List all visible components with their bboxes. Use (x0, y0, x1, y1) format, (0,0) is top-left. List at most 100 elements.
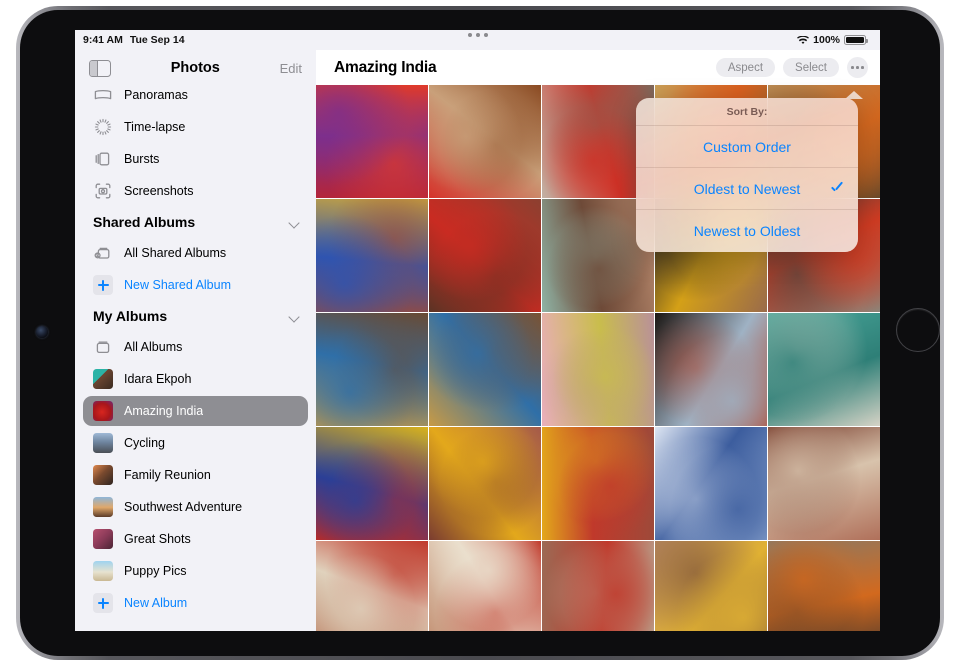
photo-thumbnail[interactable] (655, 313, 767, 426)
photo-thumbnail[interactable] (542, 427, 654, 540)
content-header: Amazing India Aspect Select (316, 50, 880, 85)
sort-by-popover[interactable]: Sort By: Custom Order Oldest to Newest New… (636, 98, 858, 252)
photo-thumbnail[interactable] (316, 427, 428, 540)
sidebar-section-my-albums[interactable]: My Albums (75, 301, 316, 331)
panorama-icon (93, 85, 113, 105)
ellipsis-icon[interactable] (847, 57, 868, 78)
album-thumbnail (93, 561, 113, 581)
front-camera-icon (36, 326, 48, 338)
plus-icon (93, 275, 113, 295)
photo-thumbnail[interactable] (542, 313, 654, 426)
sort-option-label: Custom Order (703, 138, 791, 155)
photo-thumbnail[interactable] (429, 85, 541, 198)
sidebar-item-label: Bursts (124, 152, 160, 166)
multitask-handle-icon[interactable] (467, 33, 488, 37)
popover-header: Sort By: (636, 98, 858, 126)
checkmark-icon (830, 183, 842, 195)
sidebar-item-time-lapse[interactable]: Time-lapse (75, 111, 316, 143)
sidebar-item-label: Amazing India (124, 404, 204, 418)
ipad-device: 9:41 AM Tue Sep 14 100% Photos Edit Pano… (0, 0, 960, 666)
screen: 9:41 AM Tue Sep 14 100% Photos Edit Pano… (75, 30, 880, 631)
album-thumbnail (93, 497, 113, 517)
wifi-icon (797, 35, 810, 46)
bursts-icon (93, 149, 113, 169)
sidebar-item-idara-ekpoh[interactable]: Idara Ekpoh (75, 363, 316, 395)
sidebar-item-label: All Albums (124, 340, 183, 354)
sidebar-item-label: New Shared Album (124, 278, 232, 292)
album-thumbnail (93, 465, 113, 485)
sort-option-oldest-to-newest[interactable]: Oldest to Newest (636, 168, 858, 210)
sidebar-item-label: Time-lapse (124, 120, 186, 134)
photo-thumbnail[interactable] (768, 427, 880, 540)
sidebar-item-screenshots[interactable]: Screenshots (75, 175, 316, 207)
sort-option-label: Oldest to Newest (693, 180, 801, 197)
sidebar-item-new-shared-album[interactable]: New Shared Album (75, 269, 316, 301)
chevron-down-icon[interactable] (289, 311, 300, 322)
photo-thumbnail[interactable] (429, 313, 541, 426)
app-body: Photos Edit Panoramas Time-lapse Bursts Scr… (75, 50, 880, 631)
sidebar-item-label: New Album (124, 596, 188, 610)
photo-thumbnail[interactable] (768, 313, 880, 426)
battery-icon (844, 35, 868, 45)
album-icon (93, 337, 113, 357)
screenshots-icon (93, 181, 113, 201)
sidebar-title: Photos (170, 60, 220, 76)
sidebar-item-label: Idara Ekpoh (124, 372, 192, 386)
photo-thumbnail[interactable] (429, 427, 541, 540)
sidebar-item-label: Great Shots (124, 532, 191, 546)
sidebar-item-great-shots[interactable]: Great Shots (75, 523, 316, 555)
sidebar-section-shared-albums[interactable]: Shared Albums (75, 207, 316, 237)
sidebar-item-all-albums[interactable]: All Albums (75, 331, 316, 363)
sidebar-item-label: Southwest Adventure (124, 500, 243, 514)
photo-thumbnail[interactable] (316, 199, 428, 312)
sidebar-header: Photos Edit (75, 50, 316, 86)
sidebar-item-label: Panoramas (124, 88, 188, 102)
sidebar: Photos Edit Panoramas Time-lapse Bursts Scr… (75, 50, 316, 631)
shared-album-icon (93, 243, 113, 263)
aspect-button[interactable]: Aspect (715, 58, 776, 77)
photo-thumbnail[interactable] (768, 541, 880, 631)
album-thumbnail (93, 529, 113, 549)
sidebar-item-southwest-adventure[interactable]: Southwest Adventure (75, 491, 316, 523)
sort-option-newest-to-oldest[interactable]: Newest to Oldest (636, 210, 858, 252)
photo-thumbnail[interactable] (429, 541, 541, 631)
sidebar-item-family-reunion[interactable]: Family Reunion (75, 459, 316, 491)
content-pane: Amazing India Aspect Select Sort By: Cus… (316, 50, 880, 631)
edit-button[interactable]: Edit (280, 61, 302, 76)
sidebar-item-amazing-india[interactable]: Amazing India (75, 395, 316, 427)
sidebar-section-label: My Albums (93, 308, 168, 324)
timelapse-icon (93, 117, 113, 137)
chevron-down-icon[interactable] (289, 217, 300, 228)
sidebar-item-new-album[interactable]: New Album (75, 587, 316, 619)
photo-thumbnail[interactable] (542, 541, 654, 631)
sidebar-toggle-icon[interactable] (89, 59, 111, 77)
content-toolbar: Aspect Select (715, 57, 868, 78)
sidebar-item-label: Cycling (124, 436, 165, 450)
photo-thumbnail[interactable] (316, 541, 428, 631)
album-thumbnail (93, 401, 113, 421)
sort-option-custom-order[interactable]: Custom Order (636, 126, 858, 168)
select-button[interactable]: Select (783, 58, 839, 77)
battery-percent: 100% (813, 34, 840, 46)
album-thumbnail (93, 369, 113, 389)
sidebar-item-label: Puppy Pics (124, 564, 187, 578)
sidebar-item-label: Family Reunion (124, 468, 211, 482)
sidebar-list[interactable]: Panoramas Time-lapse Bursts Screenshots Shar… (75, 79, 316, 631)
sidebar-item-puppy-pics[interactable]: Puppy Pics (75, 555, 316, 587)
sidebar-item-bursts[interactable]: Bursts (75, 143, 316, 175)
photo-thumbnail[interactable] (655, 541, 767, 631)
plus-icon (93, 593, 113, 613)
page-title: Amazing India (334, 58, 437, 76)
sidebar-item-cycling[interactable]: Cycling (75, 427, 316, 459)
status-date: Tue Sep 14 (129, 34, 185, 46)
sidebar-section-label: Shared Albums (93, 214, 196, 230)
sidebar-item-all-shared-albums[interactable]: All Shared Albums (75, 237, 316, 269)
sidebar-item-label: Screenshots (124, 184, 194, 198)
sort-option-label: Newest to Oldest (693, 223, 801, 239)
photo-thumbnail[interactable] (655, 427, 767, 540)
home-button[interactable] (896, 308, 940, 352)
album-thumbnail (93, 433, 113, 453)
photo-thumbnail[interactable] (316, 313, 428, 426)
photo-thumbnail[interactable] (429, 199, 541, 312)
photo-thumbnail[interactable] (316, 85, 428, 198)
